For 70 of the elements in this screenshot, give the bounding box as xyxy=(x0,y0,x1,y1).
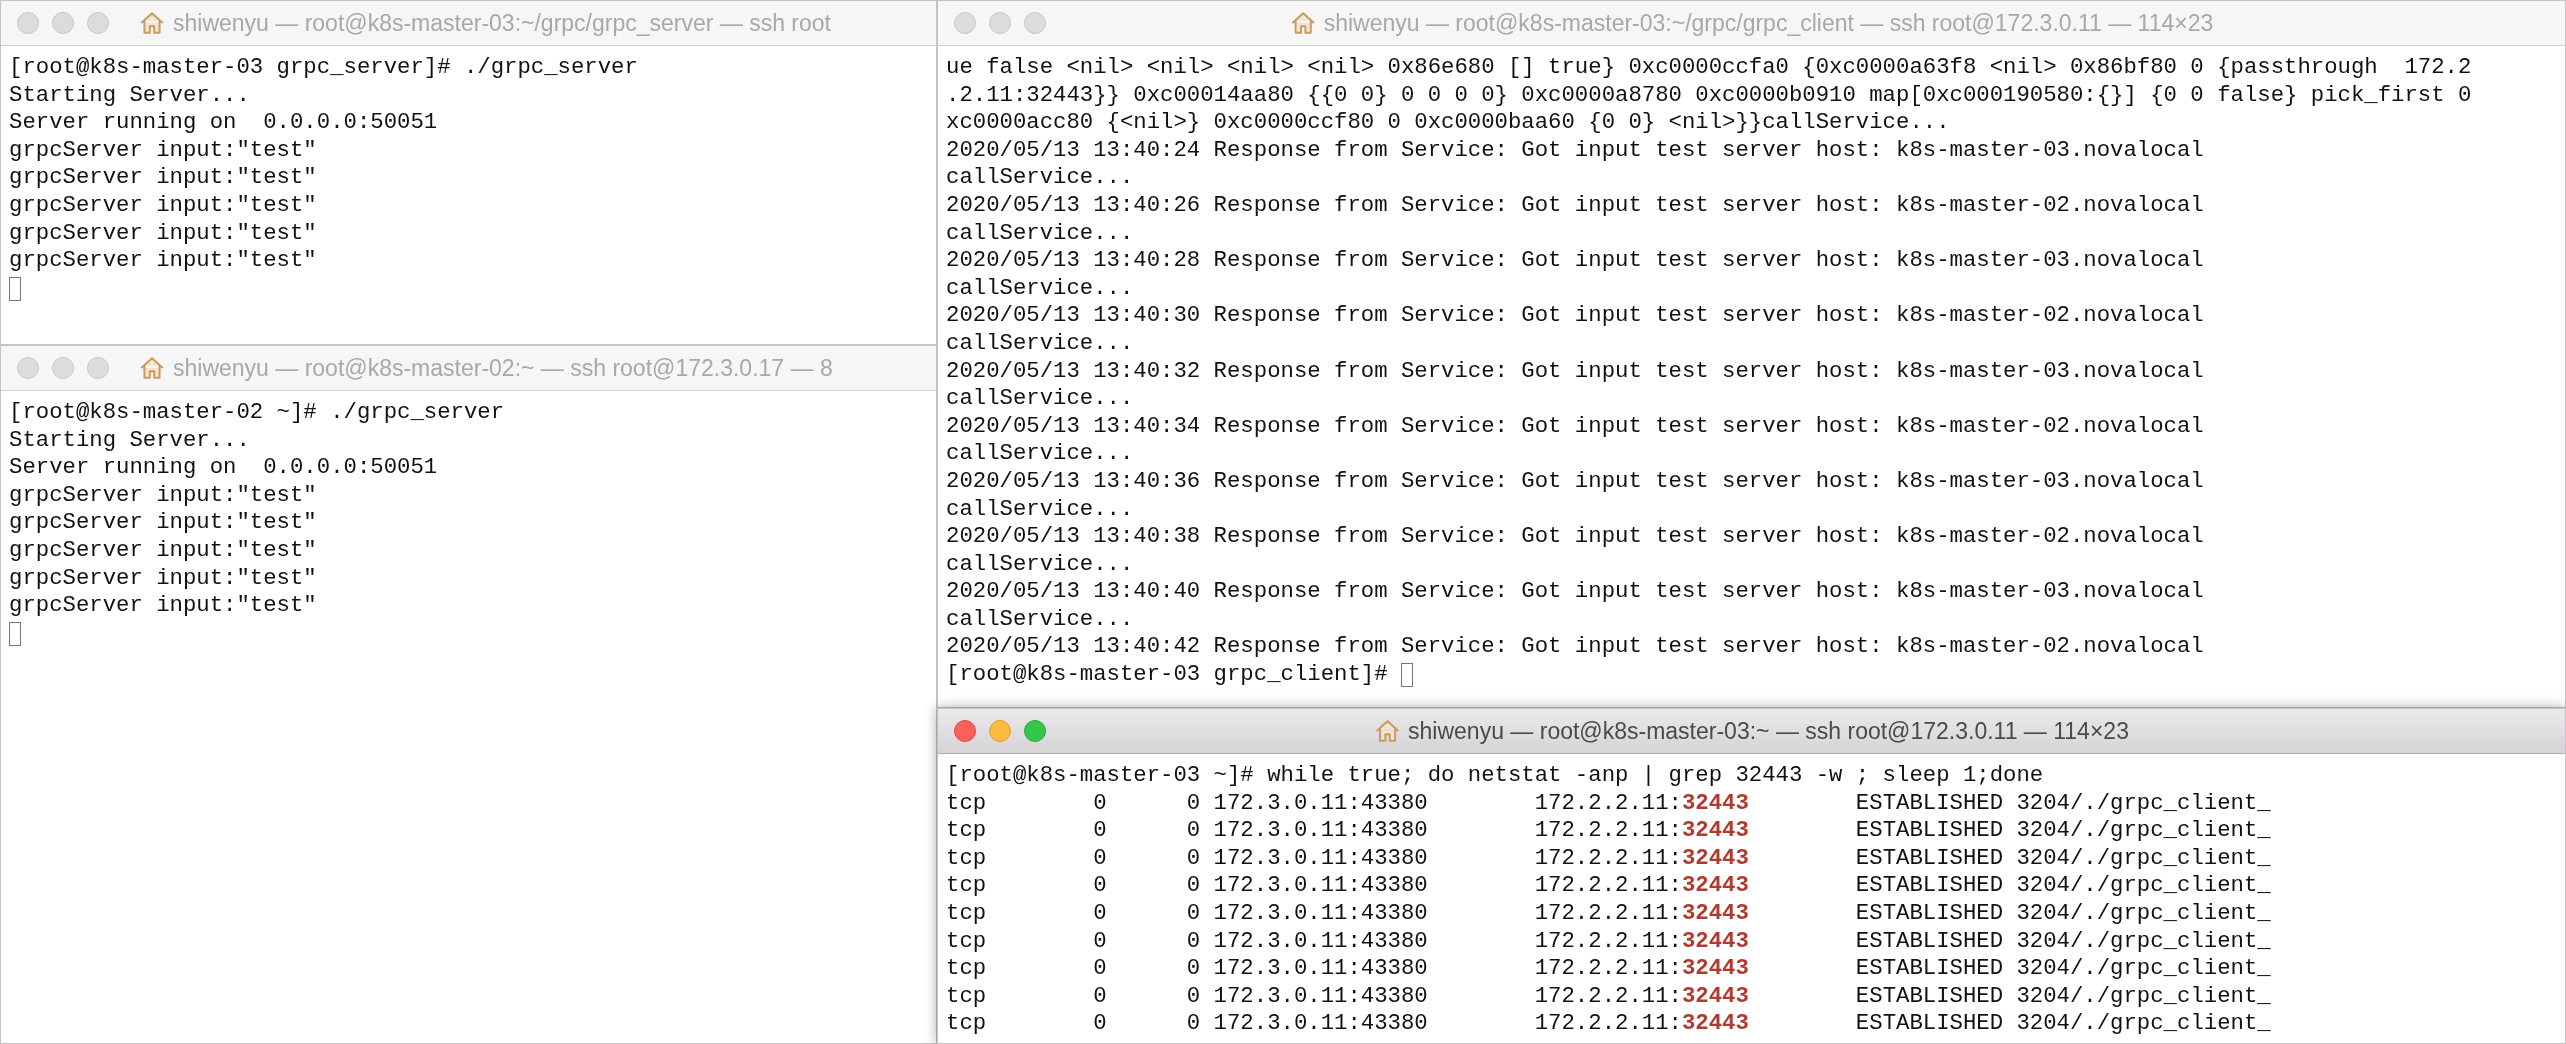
terminal-line: grpcServer input:"test" xyxy=(9,136,317,165)
terminal-line: xc0000acc80 {<nil>} 0xc0000ccf80 0 0xc0000baa60 {0 0} <nil>}}callService... xyxy=(946,109,1950,137)
window-title: shiwenyu — root@k8s-master-03:~/grpc/grpc_client — ssh root@172.3.0.11 — 114×23 xyxy=(1323,9,2214,37)
terminal-line: .2.11:32443}} 0xc00014aa80 {{0 0} 0 0 0 0} 0xc0000a8780 0xc0000b0910 map[0xc000190580:{}] {0 0 false} pick_first 0 xyxy=(946,81,2472,110)
terminal-line: tcp 0 0 172.3.0.11:43380 172.2.2.11:32443 ESTABLISHED 3204/./grpc_client_ xyxy=(946,955,2271,983)
terminal-line: grpcServer input:"test" xyxy=(9,191,317,220)
terminal-line: 2020/05/13 13:40:26 Response from Service: Got input test server host: k8s-master-02.novalocal xyxy=(946,191,2204,220)
terminal-line: grpcServer input:"test" xyxy=(9,564,317,593)
close-button[interactable] xyxy=(954,12,976,34)
terminal-line: Starting Server... xyxy=(9,426,250,455)
terminal-line: tcp 0 0 172.3.0.11:43380 172.2.2.11:32443 ESTABLISHED 3204/./grpc_client_ xyxy=(946,872,2271,900)
terminal-line: tcp 0 0 172.3.0.11:43380 172.2.2.11:32443 ESTABLISHED 3204/./grpc_client_ xyxy=(946,817,2271,845)
house-icon xyxy=(139,10,165,36)
zoom-button[interactable] xyxy=(1024,720,1046,742)
zoom-button[interactable] xyxy=(1024,12,1046,34)
minimize-button[interactable] xyxy=(989,720,1011,742)
terminal-line: [root@k8s-master-03 grpc_server]# ./grpc_server xyxy=(9,54,638,82)
house-icon xyxy=(1289,10,1316,36)
close-button[interactable] xyxy=(17,357,39,379)
zoom-button[interactable] xyxy=(87,357,109,379)
terminal-line: tcp 0 0 172.3.0.11:43380 172.2.2.11:32443 ESTABLISHED 3204/./grpc_client_ xyxy=(946,927,2271,956)
terminal-line: Server running on 0.0.0.0:50051 xyxy=(9,454,438,482)
terminal-line: Starting Server... xyxy=(9,81,250,110)
terminal-line: ue false <nil> <nil> <nil> <nil> 0x86e680 [] true} 0xc0000ccfa0 {0xc0000a63f8 <nil> 0x86bf80 0 {passthrough 172.2 xyxy=(946,54,2472,82)
terminal-line: grpcServer input:"test" xyxy=(9,536,317,565)
terminal-line: grpcServer input:"test" xyxy=(9,592,317,620)
terminal-line: 2020/05/13 13:40:36 Response from Service: Got input test server host: k8s-master-03.novalocal xyxy=(946,467,2204,496)
house-icon xyxy=(139,355,165,381)
terminal-line: [root@k8s-master-03 ~]# while true; do netstat -anp | grep 32443 -w ; sleep 1;done xyxy=(946,762,2044,790)
terminal-line: callService... xyxy=(946,440,1134,468)
terminal-line: 2020/05/13 13:40:38 Response from Service: Got input test server host: k8s-master-02.novalocal xyxy=(946,523,2204,551)
terminal-line: tcp 0 0 172.3.0.11:43380 172.2.2.11:32443 ESTABLISHED 3204/./grpc_client_ xyxy=(946,789,2271,818)
terminal-line: 2020/05/13 13:40:30 Response from Service: Got input test server host: k8s-master-02.novalocal xyxy=(946,302,2204,330)
terminal-line: 2020/05/13 13:40:42 Response from Service: Got input test server host: k8s-master-02.novalocal xyxy=(946,633,2204,662)
terminal-line: callService... xyxy=(946,219,1134,248)
terminal-line: callService... xyxy=(946,329,1134,358)
terminal-line: grpcServer input:"test" xyxy=(9,509,317,537)
terminal-line: callService... xyxy=(946,605,1134,634)
terminal-line: grpcServer input:"test" xyxy=(9,481,317,510)
terminal-line: tcp 0 0 172.3.0.11:43380 172.2.2.11:32443 ESTABLISHED 3204/./grpc_client_ xyxy=(946,982,2271,1011)
shell-prompt: [root@k8s-master-03 grpc_client]# xyxy=(946,661,1389,689)
terminal-line: 2020/05/13 13:40:28 Response from Service: Got input test server host: k8s-master-03.novalocal xyxy=(946,247,2204,275)
terminal-line: tcp 0 0 172.3.0.11:43380 172.2.2.11:32443 ESTABLISHED 3204/./grpc_client_ xyxy=(946,899,2271,928)
text-cursor xyxy=(1400,662,1413,687)
terminal-line: [root@k8s-master-02 ~]# ./grpc_server xyxy=(9,399,505,427)
terminal-line: 2020/05/13 13:40:40 Response from Service: Got input test server host: k8s-master-03.novalocal xyxy=(946,578,2204,606)
terminal-line: callService... xyxy=(946,385,1134,413)
house-icon xyxy=(1374,718,1401,744)
zoom-button[interactable] xyxy=(87,12,109,34)
terminal-line: grpcServer input:"test" xyxy=(9,247,317,275)
minimize-button[interactable] xyxy=(989,12,1011,34)
minimize-button[interactable] xyxy=(52,12,74,34)
terminal-line: 2020/05/13 13:40:24 Response from Service: Got input test server host: k8s-master-03.novalocal xyxy=(946,136,2204,165)
terminal-line: callService... xyxy=(946,495,1134,524)
window-title: shiwenyu — root@k8s-master-02:~ — ssh root@172.3.0.17 — 8 xyxy=(173,354,833,382)
window-title: shiwenyu — root@k8s-master-03:~/grpc/grpc_server — ssh root xyxy=(173,9,831,37)
terminal-line: Server running on 0.0.0.0:50051 xyxy=(9,109,438,137)
terminal-line: grpcServer input:"test" xyxy=(9,219,317,248)
terminal-line: callService... xyxy=(946,164,1134,192)
terminal-line: tcp 0 0 172.3.0.11:43380 172.2.2.11:32443 ESTABLISHED 3204/./grpc_client_ xyxy=(946,1010,2271,1038)
terminal-line: 2020/05/13 13:40:32 Response from Service: Got input test server host: k8s-master-03.novalocal xyxy=(946,357,2204,386)
terminal-line: 2020/05/13 13:40:34 Response from Service: Got input test server host: k8s-master-02.novalocal xyxy=(946,412,2204,441)
window-title: shiwenyu — root@k8s-master-03:~ — ssh root@172.3.0.11 — 114×23 xyxy=(1408,717,2129,745)
terminal-line: callService... xyxy=(946,550,1134,579)
close-button[interactable] xyxy=(954,720,976,742)
terminal-line: callService... xyxy=(946,274,1134,303)
terminal-line: grpcServer input:"test" xyxy=(9,164,317,192)
close-button[interactable] xyxy=(17,12,39,34)
minimize-button[interactable] xyxy=(52,357,74,379)
terminal-line: tcp 0 0 172.3.0.11:43380 172.2.2.11:32443 ESTABLISHED 3204/./grpc_client_ xyxy=(946,844,2271,873)
